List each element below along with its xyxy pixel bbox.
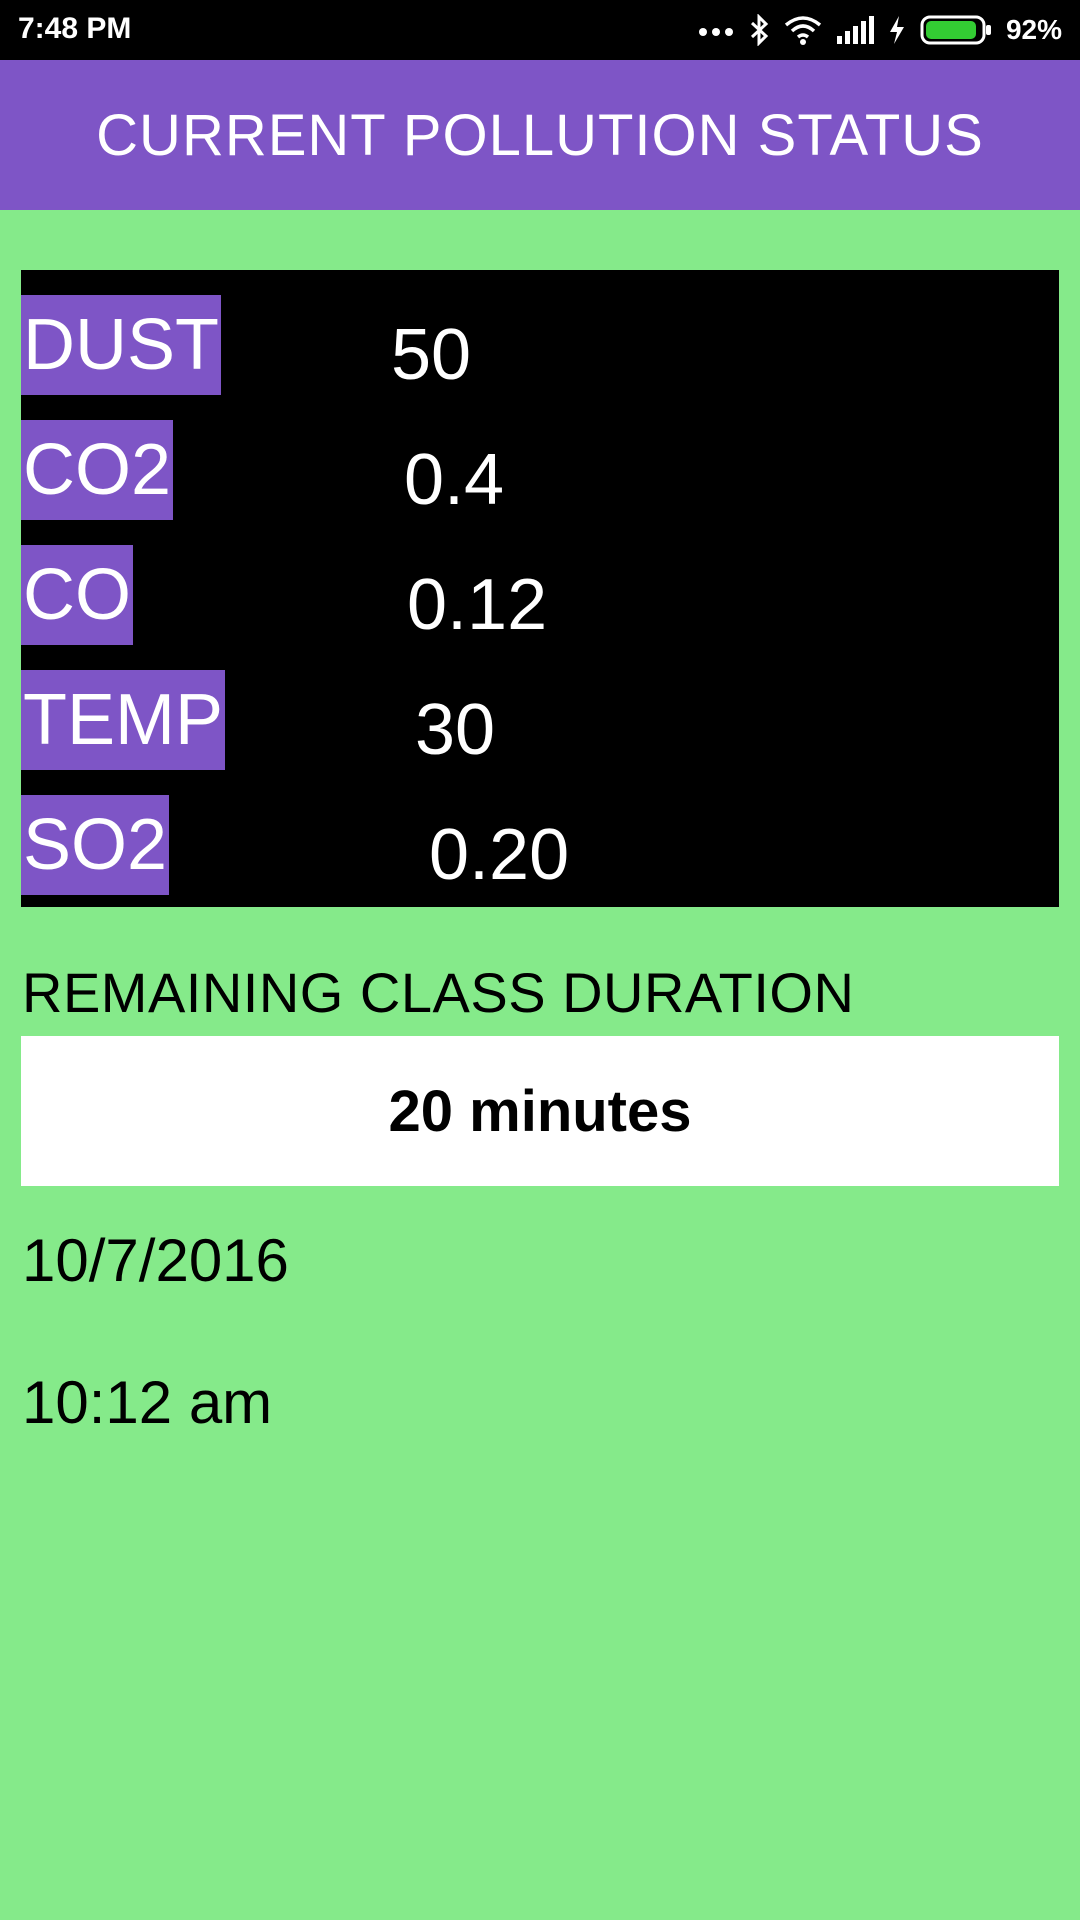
reading-label: SO2 xyxy=(21,795,170,895)
duration-display: 20 minutes xyxy=(21,1036,1059,1186)
status-icons: 92% xyxy=(698,8,1062,52)
reading-value: 0.4 xyxy=(404,440,505,520)
reading-value: 30 xyxy=(415,690,496,770)
signal-icon xyxy=(836,16,874,44)
reading-value: 0.12 xyxy=(407,565,548,645)
reading-row-co: CO 0.12 xyxy=(21,545,1059,645)
reading-value: 50 xyxy=(391,315,472,395)
reading-label: CO2 xyxy=(21,420,174,520)
page-title: CURRENT POLLUTION STATUS xyxy=(96,102,984,168)
status-time: 7:48 PM xyxy=(18,12,132,45)
reading-row-co2: CO2 0.4 xyxy=(21,420,1059,520)
duration-value: 20 minutes xyxy=(388,1078,692,1144)
reading-row-temp: TEMP 30 xyxy=(21,670,1059,770)
reading-value: 0.20 xyxy=(429,815,570,895)
reading-label: CO xyxy=(21,545,133,645)
duration-title: REMAINING CLASS DURATION xyxy=(22,961,855,1024)
date-text: 10/7/2016 xyxy=(22,1227,289,1294)
charging-icon xyxy=(888,15,906,45)
more-dots-icon xyxy=(698,24,734,36)
reading-label: TEMP xyxy=(21,670,226,770)
app-bar: CURRENT POLLUTION STATUS xyxy=(0,60,1080,210)
status-bar: 7:48 PM 92% xyxy=(0,0,1080,60)
battery-icon xyxy=(920,14,992,46)
battery-percent: 92% xyxy=(1005,14,1062,45)
reading-row-dust: DUST 50 xyxy=(21,295,1059,395)
readings-panel: DUST 50 CO2 0.4 CO 0.12 TEMP 30 SO2 0.20 xyxy=(21,270,1059,907)
reading-row-so2: SO2 0.20 xyxy=(21,795,1059,895)
wifi-icon xyxy=(784,15,822,45)
reading-label: DUST xyxy=(21,295,221,395)
bluetooth-icon xyxy=(748,14,770,46)
time-text: 10:12 am xyxy=(22,1369,273,1436)
